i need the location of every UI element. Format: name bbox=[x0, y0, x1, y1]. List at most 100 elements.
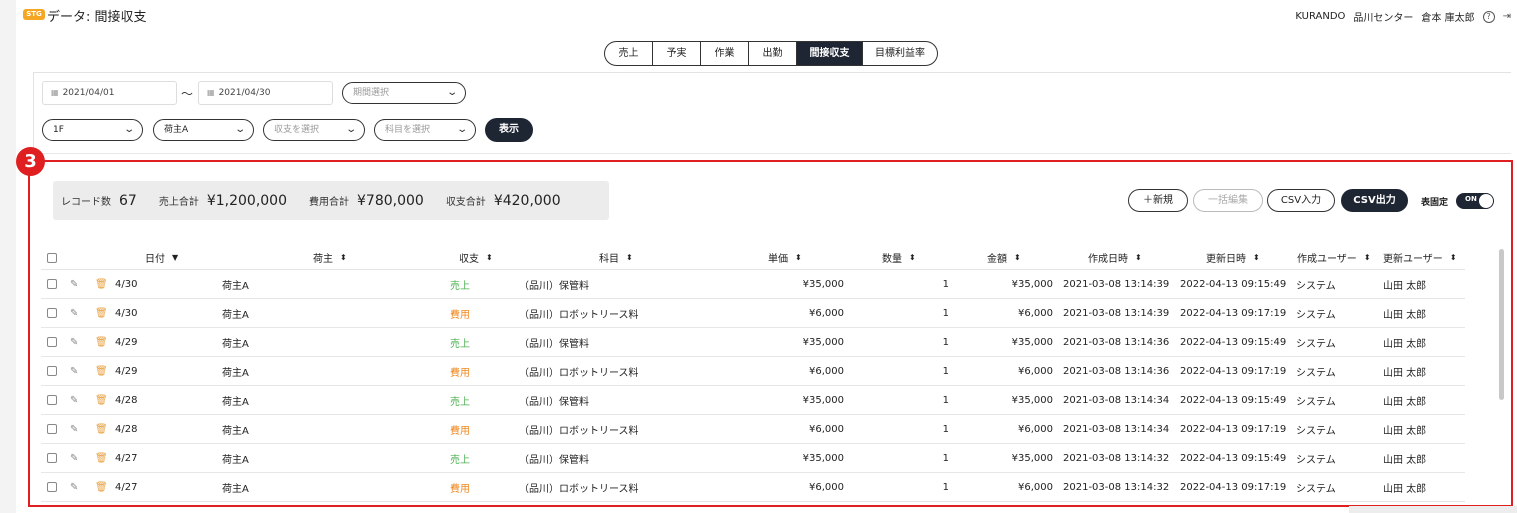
row-select-cell bbox=[47, 473, 57, 501]
tab-indirect-balance[interactable]: 間接収支 bbox=[797, 42, 863, 65]
bulk-edit-button[interactable]: 一括編集 bbox=[1193, 189, 1263, 212]
table-row[interactable]: ✎ 🗑 4/30 荷主A 売上 （品川）保管料 ¥35,000 1 ¥35,000 2021-03… bbox=[41, 270, 1465, 299]
tab-work[interactable]: 作業 bbox=[701, 42, 749, 65]
cell-account: （品川）ロボットリース料 bbox=[519, 367, 639, 379]
center-name[interactable]: 品川センター bbox=[1353, 9, 1413, 24]
col-account[interactable]: 科目 ⬍ bbox=[599, 246, 633, 269]
tab-target-margin[interactable]: 目標利益率 bbox=[863, 42, 937, 65]
cell-amount: ¥35,000 bbox=[1011, 278, 1053, 290]
table-row[interactable]: ✎ 🗑 4/29 荷主A 売上 （品川）保管料 ¥35,000 1 ¥35,000 2021-03… bbox=[41, 328, 1465, 357]
records-value: 67 bbox=[119, 192, 137, 209]
col-type[interactable]: 収支 ⬍ bbox=[459, 246, 493, 269]
delete-trash-icon[interactable]: 🗑 bbox=[95, 424, 108, 435]
income-type-select[interactable]: 収支を選択 ⌄ bbox=[263, 119, 365, 141]
tab-sales[interactable]: 売上 bbox=[605, 42, 653, 65]
cell-updated-at: 2022-04-13 09:17:19 bbox=[1180, 365, 1287, 377]
cell-updated-at: 2022-04-13 09:15:49 bbox=[1180, 336, 1287, 348]
user-name[interactable]: 倉本 庫太郎 bbox=[1421, 9, 1474, 24]
cell-date: 4/27 bbox=[115, 481, 138, 493]
table-row[interactable]: ✎ 🗑 4/27 荷主A 売上 （品川）保管料 ¥35,000 1 ¥35,000 2021-03… bbox=[41, 444, 1465, 473]
cell-account: （品川）ロボットリース料 bbox=[519, 425, 639, 437]
delete-trash-icon[interactable]: 🗑 bbox=[95, 453, 108, 464]
date-to-input[interactable]: ▦ 2021/04/30 bbox=[198, 81, 333, 105]
row-checkbox[interactable] bbox=[47, 366, 57, 376]
col-unit-price[interactable]: 単価 ⬍ bbox=[768, 246, 802, 269]
edit-pencil-icon[interactable]: ✎ bbox=[70, 337, 78, 348]
edit-cell: ✎ bbox=[70, 386, 78, 414]
row-checkbox[interactable] bbox=[47, 308, 57, 318]
sort-icon: ⬍ bbox=[1253, 253, 1260, 262]
tab-budget-actual[interactable]: 予実 bbox=[653, 42, 701, 65]
delete-trash-icon[interactable]: 🗑 bbox=[95, 279, 108, 290]
delete-trash-icon[interactable]: 🗑 bbox=[95, 482, 108, 493]
col-created-by[interactable]: 作成ユーザー ⬍ bbox=[1297, 246, 1371, 269]
stg-badge: STG bbox=[23, 9, 45, 20]
edit-pencil-icon[interactable]: ✎ bbox=[70, 308, 78, 319]
col-shipper[interactable]: 荷主 ⬍ bbox=[313, 246, 347, 269]
delete-trash-icon[interactable]: 🗑 bbox=[95, 308, 108, 319]
col-created-at[interactable]: 作成日時 ⬍ bbox=[1088, 246, 1142, 269]
cost-total-label: 費用合計 bbox=[309, 197, 349, 208]
period-select-placeholder: 期間選択 bbox=[353, 88, 390, 98]
account-select-placeholder: 科目を選択 bbox=[385, 125, 431, 135]
cell-account: （品川）保管料 bbox=[519, 454, 589, 466]
table-row[interactable]: ✎ 🗑 4/29 荷主A 費用 （品川）ロボットリース料 ¥6,000 1 ¥6,000 2021… bbox=[41, 357, 1465, 386]
table-scrollbar[interactable] bbox=[1499, 249, 1504, 400]
edit-cell: ✎ bbox=[70, 473, 78, 501]
edit-pencil-icon[interactable]: ✎ bbox=[70, 366, 78, 377]
cell-account: （品川）ロボットリース料 bbox=[519, 309, 639, 321]
edit-pencil-icon[interactable]: ✎ bbox=[70, 482, 78, 493]
delete-trash-icon[interactable]: 🗑 bbox=[95, 366, 108, 377]
floor-select[interactable]: 1F ⌄ bbox=[42, 119, 143, 141]
fixed-header-toggle[interactable]: ON bbox=[1456, 193, 1494, 209]
date-to-value: 2021/04/30 bbox=[218, 88, 271, 98]
tab-attendance[interactable]: 出勤 bbox=[749, 42, 797, 65]
edit-pencil-icon[interactable]: ✎ bbox=[70, 453, 78, 464]
account-select[interactable]: 科目を選択 ⌄ bbox=[374, 119, 476, 141]
row-checkbox[interactable] bbox=[47, 395, 57, 405]
edit-pencil-icon[interactable]: ✎ bbox=[70, 424, 78, 435]
cell-updated-by: 山田 太郎 bbox=[1383, 367, 1427, 379]
row-checkbox[interactable] bbox=[47, 482, 57, 492]
col-amount[interactable]: 金額 ⬍ bbox=[987, 246, 1021, 269]
income-type-placeholder: 収支を選択 bbox=[274, 125, 320, 135]
col-type-label: 収支 bbox=[459, 254, 479, 265]
row-checkbox[interactable] bbox=[47, 337, 57, 347]
col-updated-by[interactable]: 更新ユーザー ⬍ bbox=[1383, 246, 1457, 269]
shipper-select[interactable]: 荷主A ⌄ bbox=[153, 119, 254, 141]
csv-export-button[interactable]: CSV出力 bbox=[1341, 189, 1408, 212]
date-from-input[interactable]: ▦ 2021/04/01 bbox=[42, 81, 177, 105]
select-all-checkbox[interactable] bbox=[47, 252, 57, 263]
table-row[interactable]: ✎ 🗑 4/30 荷主A 費用 （品川）ロボットリース料 ¥6,000 1 ¥6,000 2021… bbox=[41, 299, 1465, 328]
cell-created-at: 2021-03-08 13:14:39 bbox=[1063, 278, 1170, 290]
toggle-knob bbox=[1479, 194, 1493, 208]
table-row[interactable]: ✎ 🗑 4/27 荷主A 費用 （品川）ロボットリース料 ¥6,000 1 ¥6,000 2021… bbox=[41, 473, 1465, 502]
col-updated-at[interactable]: 更新日時 ⬍ bbox=[1206, 246, 1260, 269]
row-checkbox[interactable] bbox=[47, 453, 57, 463]
delete-trash-icon[interactable]: 🗑 bbox=[95, 395, 108, 406]
cell-unit-price: ¥6,000 bbox=[809, 307, 844, 319]
edit-pencil-icon[interactable]: ✎ bbox=[70, 395, 78, 406]
row-checkbox[interactable] bbox=[47, 424, 57, 434]
show-button[interactable]: 表示 bbox=[485, 118, 533, 142]
table-row[interactable]: ✎ 🗑 4/28 荷主A 費用 （品川）ロボットリース料 ¥6,000 1 ¥6,000 2021… bbox=[41, 415, 1465, 444]
col-date-label: 日付 bbox=[145, 254, 165, 265]
table-row[interactable]: ✎ 🗑 4/28 荷主A 売上 （品川）保管料 ¥35,000 1 ¥35,000 2021-03… bbox=[41, 386, 1465, 415]
cell-type: 売上 bbox=[450, 396, 470, 408]
edit-pencil-icon[interactable]: ✎ bbox=[70, 279, 78, 290]
help-icon[interactable]: ? bbox=[1482, 10, 1495, 23]
row-checkbox[interactable] bbox=[47, 279, 57, 289]
period-select[interactable]: 期間選択 ⌄ bbox=[342, 82, 466, 104]
cell-qty: 1 bbox=[942, 423, 949, 435]
summary-panel: レコード数 67 売上合計 ¥1,200,000 費用合計 ¥780,000 収… bbox=[53, 181, 609, 220]
new-button[interactable]: ＋新規 bbox=[1128, 189, 1188, 212]
col-date[interactable]: 日付 ▼ bbox=[145, 246, 178, 269]
cell-updated-by: 山田 太郎 bbox=[1383, 338, 1427, 350]
header-user-info: KURANDO 品川センター 倉本 庫太郎 ? ⇥ bbox=[1295, 9, 1511, 24]
logout-icon[interactable]: ⇥ bbox=[1503, 11, 1511, 22]
cell-amount: ¥6,000 bbox=[1018, 307, 1053, 319]
col-qty[interactable]: 数量 ⬍ bbox=[882, 246, 916, 269]
csv-import-button[interactable]: CSV入力 bbox=[1267, 189, 1335, 212]
delete-trash-icon[interactable]: 🗑 bbox=[95, 337, 108, 348]
cell-qty: 1 bbox=[942, 278, 949, 290]
